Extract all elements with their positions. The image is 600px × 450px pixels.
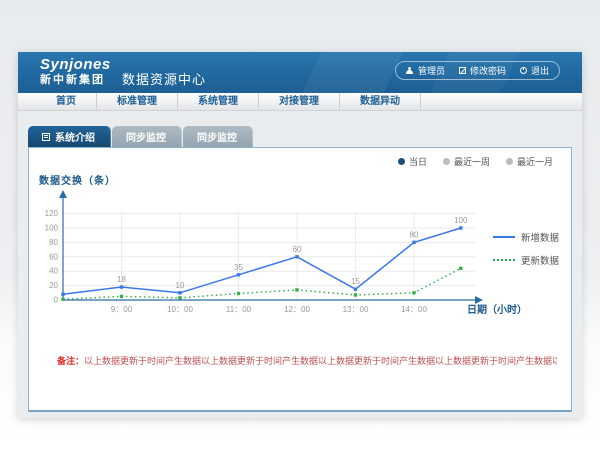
grid-icon [42, 133, 50, 141]
dotted-line-icon [493, 259, 515, 261]
main-nav: 首页 标准管理 系统管理 对接管理 数据异动 [18, 93, 582, 111]
change-password-button[interactable]: 修改密码 [459, 64, 506, 77]
app-window: Synjones 新中新集团 数据资源中心 管理员 修改密码 退出 首页 标准管… [18, 52, 582, 418]
user-name: 管理员 [418, 64, 445, 77]
footnote-prefix: 备注： [57, 356, 84, 366]
tab-system-intro[interactable]: 系统介绍 [28, 126, 111, 147]
legend-item-update-data: 更新数据 [493, 253, 559, 267]
app-header: Synjones 新中新集团 数据资源中心 管理员 修改密码 退出 [18, 52, 582, 93]
svg-text:35: 35 [234, 263, 243, 272]
svg-text:100: 100 [454, 216, 468, 225]
radio-dot [398, 158, 405, 165]
logout-button[interactable]: 退出 [520, 64, 549, 77]
radio-today[interactable]: 当日 [398, 155, 427, 168]
svg-text:80: 80 [410, 230, 419, 239]
radio-dot [443, 158, 450, 165]
svg-text:100: 100 [45, 224, 59, 233]
svg-text:10: 10 [176, 281, 185, 290]
svg-text:60: 60 [49, 252, 58, 261]
nav-item-data-change[interactable]: 数据异动 [340, 93, 421, 110]
legend-item-new-data: 新增数据 [493, 230, 559, 244]
svg-text:20: 20 [49, 281, 58, 290]
logout-label: 退出 [531, 64, 549, 77]
solid-line-icon [493, 236, 515, 238]
tab-label: 系统介绍 [55, 129, 95, 144]
chart-legend: 新增数据 更新数据 [493, 230, 559, 267]
user-icon [406, 67, 414, 75]
svg-text:15: 15 [351, 277, 360, 286]
nav-item-standards[interactable]: 标准管理 [97, 93, 178, 110]
page-title: 数据资源中心 [122, 69, 206, 88]
radio-last-week[interactable]: 最近一周 [443, 155, 490, 168]
svg-text:120: 120 [45, 209, 59, 218]
line-chart: 9：00 10：00 11：00 12：00 13：00 14：00 0 20 40 60 80 10… [29, 186, 573, 321]
radio-label: 最近一周 [454, 155, 490, 168]
user-menu: 管理员 修改密码 退出 [395, 61, 560, 80]
legend-label: 更新数据 [521, 253, 559, 267]
svg-text:80: 80 [49, 238, 58, 247]
radio-label: 当日 [409, 155, 427, 168]
nav-item-home[interactable]: 首页 [36, 93, 97, 110]
svg-text:11：00: 11：00 [226, 305, 252, 314]
change-password-label: 修改密码 [470, 64, 506, 77]
tab-sync-monitor-1[interactable]: 同步监控 [112, 126, 182, 147]
svg-text:40: 40 [49, 267, 58, 276]
footnote-body: 以上数据更新于时间产生数据以上数据更新于时间产生数据以上数据更新于时间产生数据以… [84, 356, 557, 366]
chart-panel: 当日 最近一周 最近一月 数据交换（条） 9：00 10：00 11：00 12：00… [28, 147, 572, 412]
tab-label: 同步监控 [197, 129, 237, 144]
legend-label: 新增数据 [521, 230, 559, 244]
edit-icon [459, 67, 466, 74]
radio-label: 最近一月 [517, 155, 553, 168]
svg-text:18: 18 [117, 275, 126, 284]
nav-item-system[interactable]: 系统管理 [178, 93, 259, 110]
company-logo[interactable]: Synjones 新中新集团 [40, 57, 111, 86]
svg-text:12：00: 12：00 [284, 305, 310, 314]
logo-text-en: Synjones [40, 57, 111, 74]
tab-sync-monitor-2[interactable]: 同步监控 [183, 126, 253, 147]
svg-text:14：00: 14：00 [401, 305, 427, 314]
svg-text:60: 60 [293, 245, 302, 254]
nav-item-connection[interactable]: 对接管理 [259, 93, 340, 110]
time-range-filter: 当日 最近一周 最近一月 [398, 155, 553, 168]
svg-text:9：00: 9：00 [111, 305, 133, 314]
logo-text-cn: 新中新集团 [40, 74, 111, 86]
logout-icon [520, 67, 527, 74]
svg-text:0: 0 [54, 296, 59, 305]
svg-text:13：00: 13：00 [343, 305, 369, 314]
radio-dot [506, 158, 513, 165]
tab-bar: 系统介绍 同步监控 同步监控 [28, 126, 254, 147]
svg-text:10：00: 10：00 [167, 305, 193, 314]
footnote: 备注：以上数据更新于时间产生数据以上数据更新于时间产生数据以上数据更新于时间产生… [57, 354, 557, 367]
tab-label: 同步监控 [126, 129, 166, 144]
user-menu-admin[interactable]: 管理员 [406, 64, 445, 77]
y-axis-title: 数据交换（条） [39, 172, 116, 187]
radio-last-month[interactable]: 最近一月 [506, 155, 553, 168]
svg-text:日期（小时）: 日期（小时） [467, 303, 527, 316]
